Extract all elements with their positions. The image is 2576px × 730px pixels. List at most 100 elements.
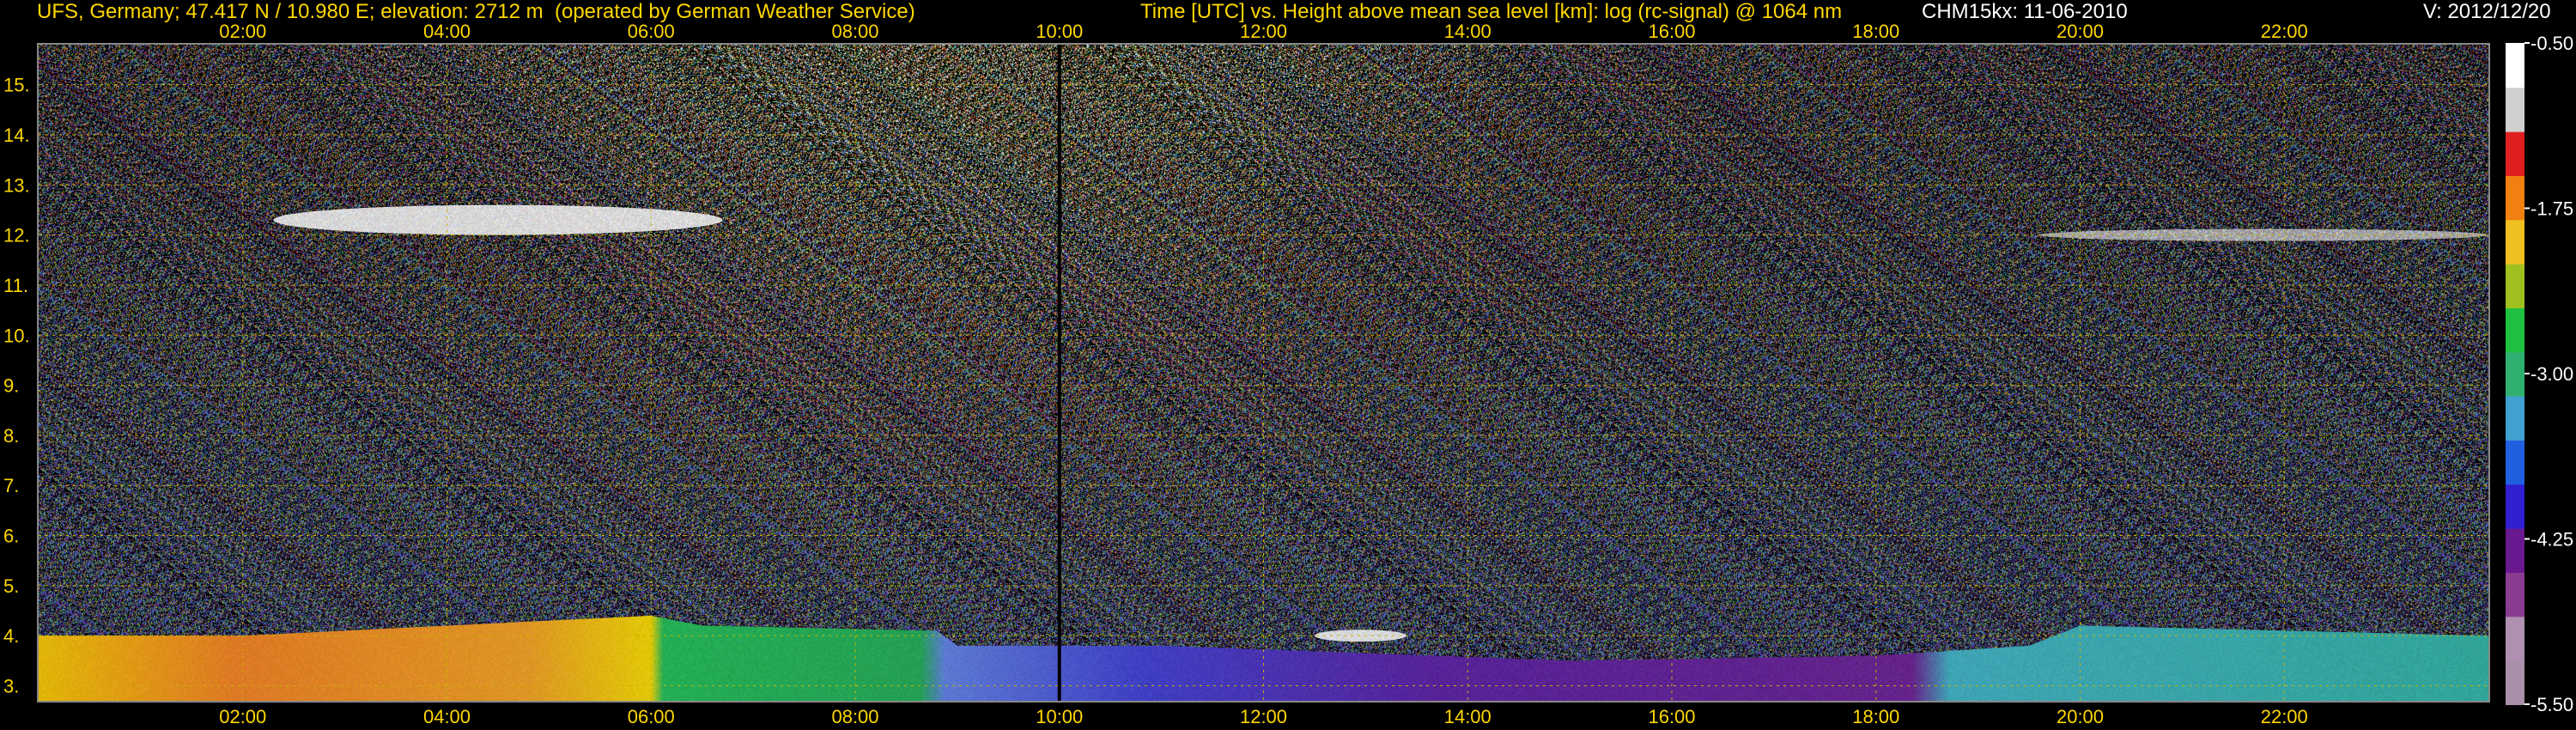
y-tick-label: 5. bbox=[3, 575, 19, 597]
y-tick-label: 7. bbox=[3, 475, 19, 496]
colorbar-segment bbox=[2506, 671, 2524, 684]
x-tick-label: 22:00 bbox=[2261, 706, 2308, 727]
colorbar-segment bbox=[2506, 76, 2524, 88]
colorbar-segment bbox=[2506, 208, 2524, 221]
colorbar-segment bbox=[2506, 109, 2524, 121]
colorbar-segment bbox=[2506, 616, 2524, 629]
colorbar-segment bbox=[2506, 472, 2524, 485]
x-tick-label: 20:00 bbox=[2057, 706, 2104, 727]
colorbar-segment bbox=[2506, 516, 2524, 529]
colorbar-segment bbox=[2506, 98, 2524, 110]
colorbar-segment bbox=[2506, 351, 2524, 364]
x-tick-label-top: 16:00 bbox=[1648, 21, 1695, 42]
colorbar-segment bbox=[2506, 329, 2524, 342]
colorbar-segment bbox=[2506, 219, 2524, 232]
y-tick-label: 8. bbox=[3, 425, 19, 447]
colorbar-segment bbox=[2506, 638, 2524, 650]
colorbar-segment bbox=[2506, 318, 2524, 331]
colorbar-segment bbox=[2506, 43, 2524, 55]
x-tick-label: 04:00 bbox=[423, 706, 471, 727]
plot-overlay bbox=[39, 45, 2488, 701]
y-tick-label: 3. bbox=[3, 676, 19, 697]
x-tick-label: 02:00 bbox=[219, 706, 266, 727]
cirrus-cloud bbox=[273, 204, 723, 235]
y-tick-label: 10. bbox=[3, 325, 30, 346]
colorbar-segment bbox=[2506, 362, 2524, 374]
colorbar-tick-label: -0.50 bbox=[2530, 34, 2573, 54]
colorbar-segment bbox=[2506, 186, 2524, 198]
x-tick-label-top: 02:00 bbox=[219, 21, 266, 42]
colorbar-segment bbox=[2506, 582, 2524, 595]
colorbar-segment bbox=[2506, 538, 2524, 551]
colorbar-segment bbox=[2506, 506, 2524, 518]
colorbar-segment bbox=[2506, 153, 2524, 166]
colorbar-segment bbox=[2506, 440, 2524, 452]
y-tick-label: 9. bbox=[3, 375, 19, 397]
colorbar-segment bbox=[2506, 175, 2524, 187]
colorbar-segment bbox=[2506, 395, 2524, 408]
x-tick-label: 08:00 bbox=[831, 706, 878, 727]
colorbar-segment bbox=[2506, 484, 2524, 496]
colorbar-segment bbox=[2506, 593, 2524, 606]
colorbar-tick-label: -3.00 bbox=[2530, 363, 2573, 385]
colorbar-segment bbox=[2506, 406, 2524, 419]
colorbar-segment bbox=[2506, 461, 2524, 474]
x-tick-label-top: 10:00 bbox=[1036, 21, 1083, 42]
colorbar-segment bbox=[2506, 550, 2524, 563]
colorbar-tick-label: -1.75 bbox=[2530, 198, 2573, 220]
x-tick-label: 06:00 bbox=[628, 706, 675, 727]
y-tick-label: 4. bbox=[3, 625, 19, 647]
colorbar-segment bbox=[2506, 682, 2524, 695]
colorbar-segment bbox=[2506, 296, 2524, 308]
colorbar-segment bbox=[2506, 87, 2524, 100]
x-tick-label-top: 06:00 bbox=[628, 21, 675, 42]
colorbar-segment bbox=[2506, 648, 2524, 661]
y-tick-label: 13. bbox=[3, 174, 30, 196]
x-tick-label: 18:00 bbox=[1852, 706, 1899, 727]
colorbar-segment bbox=[2506, 263, 2524, 276]
colorbar-segment bbox=[2506, 660, 2524, 672]
x-tick-label: 14:00 bbox=[1444, 706, 1492, 727]
colorbar-segment bbox=[2506, 241, 2524, 253]
colorbar-segment bbox=[2506, 307, 2524, 319]
colorbar-segment bbox=[2506, 374, 2524, 386]
colorbar-segment bbox=[2506, 252, 2524, 265]
colorbar-tick-label: -5.50 bbox=[2530, 694, 2573, 715]
x-tick-label-top: 18:00 bbox=[1852, 21, 1899, 42]
colorbar-segment bbox=[2506, 230, 2524, 242]
colorbar-segment bbox=[2506, 285, 2524, 298]
x-tick-label-top: 12:00 bbox=[1240, 21, 1287, 42]
colorbar-tick-label: -4.25 bbox=[2530, 529, 2573, 551]
y-tick-label: 11. bbox=[3, 275, 28, 296]
colorbar-segment bbox=[2506, 384, 2524, 397]
x-tick-label-top: 14:00 bbox=[1444, 21, 1492, 42]
colorbar-segment bbox=[2506, 527, 2524, 540]
colorbar-segment bbox=[2506, 572, 2524, 584]
colorbar-segment bbox=[2506, 495, 2524, 507]
colorbar-segment bbox=[2506, 340, 2524, 353]
colorbar-segment bbox=[2506, 450, 2524, 463]
colorbar-segment bbox=[2506, 142, 2524, 155]
colorbar-segment bbox=[2506, 119, 2524, 132]
colorbar-segment bbox=[2506, 197, 2524, 210]
x-tick-label-top: 22:00 bbox=[2261, 21, 2308, 42]
colorbar-segment bbox=[2506, 131, 2524, 143]
y-tick-label: 6. bbox=[3, 526, 19, 547]
colorbar-segment bbox=[2506, 417, 2524, 430]
y-tick-label: 12. bbox=[3, 225, 30, 246]
colorbar-segment bbox=[2506, 605, 2524, 617]
y-tick-label: 15. bbox=[3, 75, 30, 96]
x-tick-label: 12:00 bbox=[1240, 706, 1287, 727]
x-tick-label: 16:00 bbox=[1648, 706, 1695, 727]
colorbar-segment bbox=[2506, 53, 2524, 66]
x-tick-label-top: 20:00 bbox=[2057, 21, 2104, 42]
x-tick-label: 10:00 bbox=[1036, 706, 1083, 727]
colorbar-segment bbox=[2506, 627, 2524, 639]
colorbar-segment bbox=[2506, 164, 2524, 176]
colorbar-segment bbox=[2506, 64, 2524, 77]
y-tick-label: 14. bbox=[3, 125, 30, 146]
lidar-heatmap bbox=[37, 43, 2490, 703]
colorbar-segment bbox=[2506, 561, 2524, 573]
x-tick-label-top: 04:00 bbox=[423, 21, 471, 42]
colorbar: -0.50 -1.75 -3.00 -4.25 -5.50 bbox=[2506, 34, 2573, 715]
